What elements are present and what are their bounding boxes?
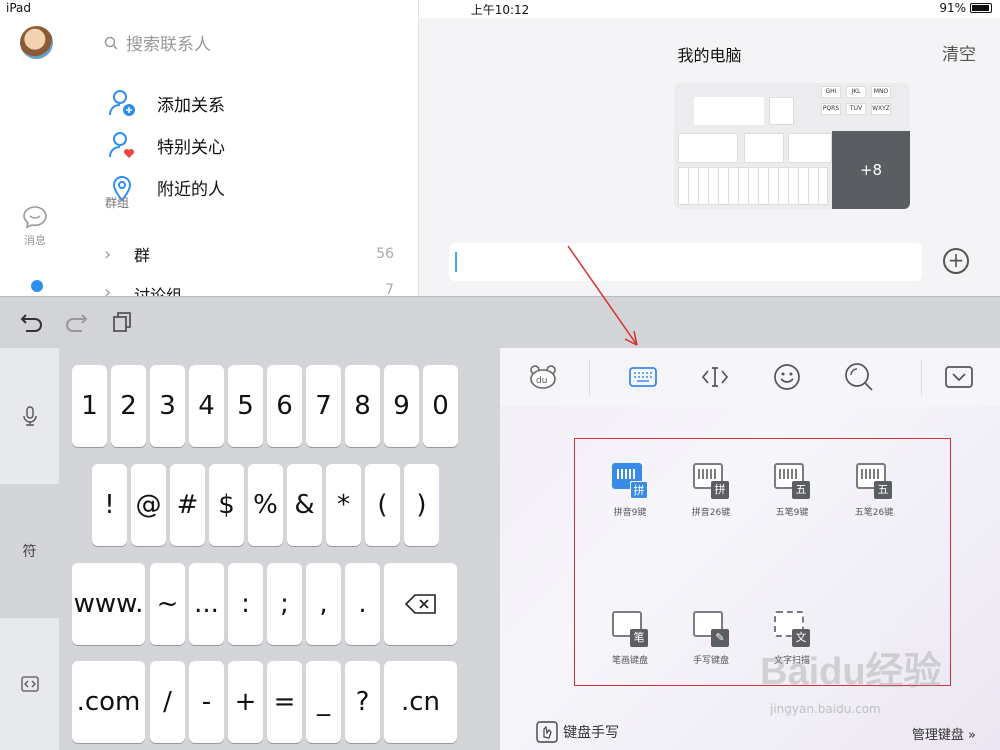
annotation-arrow (567, 245, 638, 346)
